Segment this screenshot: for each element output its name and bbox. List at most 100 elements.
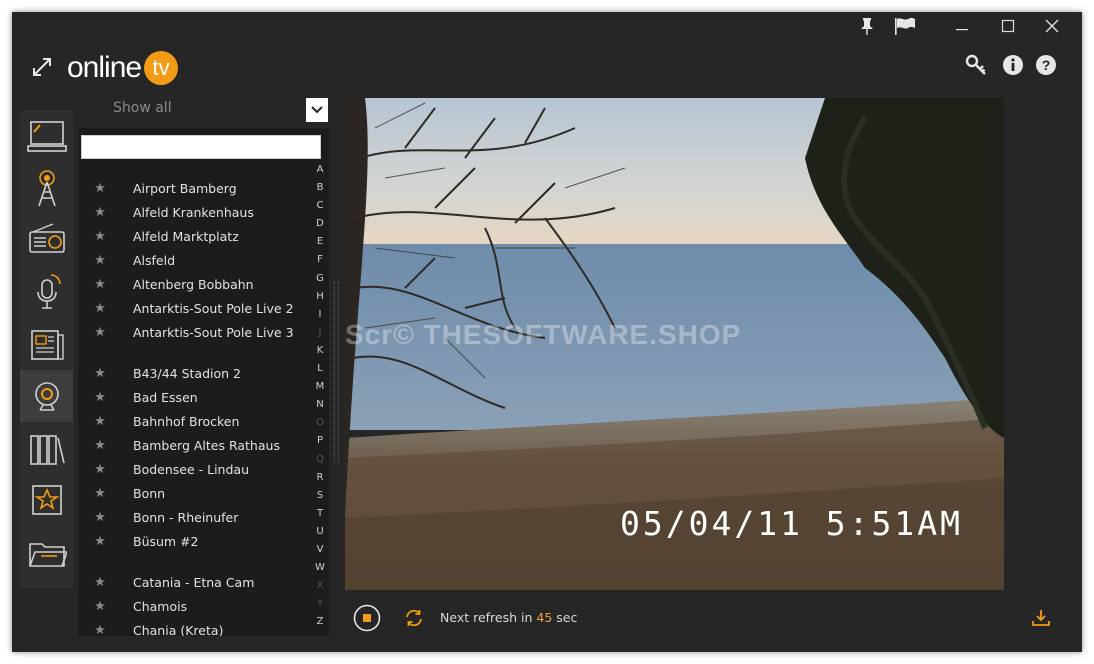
channel-row[interactable]: ★ Bad Essen <box>78 385 310 409</box>
channel-row[interactable]: ★ Altenberg Bobbahn <box>78 272 310 296</box>
favorite-star-icon[interactable]: ★ <box>78 301 116 316</box>
alphabet-letter[interactable]: Y <box>314 598 326 616</box>
alphabet-letter[interactable]: H <box>314 291 326 309</box>
favorite-star-icon[interactable]: ★ <box>78 486 116 501</box>
channel-name: Chamois <box>133 598 188 614</box>
favorite-star-icon[interactable]: ★ <box>78 181 116 196</box>
sidebar-item-podcasts[interactable] <box>20 266 73 318</box>
favorite-star-icon[interactable]: ★ <box>78 438 116 453</box>
alphabet-letter[interactable]: A <box>314 164 326 182</box>
alphabet-letter[interactable]: D <box>314 218 326 236</box>
favorite-star-icon[interactable]: ★ <box>78 462 116 477</box>
minimize-icon[interactable] <box>950 14 974 38</box>
favorite-star-icon[interactable]: ★ <box>78 575 116 590</box>
alphabet-letter[interactable]: V <box>314 544 326 562</box>
download-icon <box>1032 610 1050 626</box>
channel-row[interactable]: ★ B43/44 Stadion 2 <box>78 361 310 385</box>
key-icon[interactable] <box>965 54 987 76</box>
alphabet-letter[interactable]: Q <box>314 454 326 472</box>
filter-dropdown-button[interactable] <box>306 98 328 122</box>
alphabet-letter[interactable]: S <box>314 490 326 508</box>
alphabet-letter[interactable]: E <box>314 236 326 254</box>
favorite-star-icon[interactable]: ★ <box>78 623 116 637</box>
search-input[interactable] <box>81 135 321 159</box>
alphabet-letter[interactable]: I <box>314 309 326 327</box>
alphabet-letter[interactable]: N <box>314 399 326 417</box>
alphabet-letter[interactable]: L <box>314 363 326 381</box>
favorite-star-icon[interactable]: ★ <box>78 325 116 340</box>
filter-dropdown[interactable]: Show all <box>78 98 328 122</box>
favorite-star-icon[interactable]: ★ <box>78 277 116 292</box>
channel-row[interactable]: ★ Alfeld Marktplatz <box>78 224 310 248</box>
refresh-button[interactable] <box>404 608 424 628</box>
refresh-suffix: sec <box>552 610 578 625</box>
webcam-video[interactable]: Scr© THESOFTWARE.SHOP 05/04/11 5:51AM <box>345 98 1004 590</box>
favorite-star-icon[interactable]: ★ <box>78 534 116 549</box>
channel-row[interactable]: ★ Catania - Etna Cam <box>78 570 310 594</box>
channel-row[interactable]: ★ Alfeld Krankenhaus <box>78 200 310 224</box>
channel-list[interactable]: ★ Airport Bamberg ★ Alfeld Krankenhaus ★ Alfe… <box>78 176 310 637</box>
sidebar-item-tv-stations[interactable] <box>20 162 73 214</box>
channel-row[interactable]: ★ Alsfeld <box>78 248 310 272</box>
favorite-star-icon[interactable]: ★ <box>78 229 116 244</box>
scrollbar-grip[interactable] <box>334 282 339 462</box>
watermark-text: Scr© THESOFTWARE.SHOP <box>345 319 741 350</box>
channel-row[interactable]: ★ Chamois <box>78 594 310 618</box>
sidebar-item-library[interactable] <box>20 422 73 474</box>
sidebar-item-favorites[interactable] <box>20 474 73 526</box>
download-button[interactable] <box>1031 608 1051 628</box>
alphabet-letter[interactable]: F <box>314 254 326 272</box>
channel-row[interactable]: ★ Antarktis-Sout Pole Live 3 <box>78 320 310 344</box>
stop-button[interactable] <box>353 604 381 632</box>
alphabet-letter[interactable]: U <box>314 526 326 544</box>
sidebar-item-webcams[interactable] <box>20 370 73 422</box>
chevron-down-icon <box>311 106 323 114</box>
alphabet-letter[interactable]: R <box>314 472 326 490</box>
favorite-star-icon[interactable]: ★ <box>78 414 116 429</box>
channel-row[interactable]: ★ Airport Bamberg <box>78 176 310 200</box>
channel-name: Bahnhof Brocken <box>133 413 240 429</box>
alphabet-letter[interactable]: T <box>314 508 326 526</box>
alphabet-letter[interactable]: C <box>314 200 326 218</box>
pin-icon[interactable] <box>855 14 879 38</box>
channel-row[interactable]: ★ Bamberg Altes Rathaus <box>78 433 310 457</box>
alphabet-letter[interactable]: B <box>314 182 326 200</box>
podcast-icon <box>36 274 61 309</box>
channel-row[interactable]: ★ Bodensee - Lindau <box>78 457 310 481</box>
channel-row[interactable]: ★ Bonn <box>78 481 310 505</box>
alphabet-letter[interactable]: W <box>314 562 326 580</box>
alphabet-letter[interactable]: Z <box>314 616 326 634</box>
close-icon[interactable] <box>1040 14 1064 38</box>
sidebar-item-folders[interactable] <box>20 526 73 578</box>
info-icon[interactable] <box>1002 54 1024 76</box>
channel-row[interactable]: ★ Bonn - Rheinufer <box>78 505 310 529</box>
help-icon[interactable]: ? <box>1035 54 1057 76</box>
alphabet-letter[interactable]: X <box>314 580 326 598</box>
channel-list-panel: ★ Airport Bamberg ★ Alfeld Krankenhaus ★ Alfe… <box>78 128 329 636</box>
favorite-star-icon[interactable]: ★ <box>78 390 116 405</box>
favorite-star-icon[interactable]: ★ <box>78 205 116 220</box>
favorite-star-icon[interactable]: ★ <box>78 253 116 268</box>
sidebar-item-radio[interactable] <box>20 214 73 266</box>
alphabet-letter[interactable]: K <box>314 345 326 363</box>
alphabet-letter[interactable]: O <box>314 417 326 435</box>
alphabet-index[interactable]: ABCDEFGHIJKLMNOPQRSTUVWXYZ <box>314 164 326 634</box>
expand-icon[interactable] <box>30 55 54 79</box>
channel-name: Bamberg Altes Rathaus <box>133 437 280 453</box>
channel-row[interactable]: ★ Antarktis-Sout Pole Live 2 <box>78 296 310 320</box>
channel-row[interactable]: ★ Chania (Kreta) <box>78 618 310 637</box>
favorite-star-icon[interactable]: ★ <box>78 366 116 381</box>
favorite-star-icon[interactable]: ★ <box>78 599 116 614</box>
alphabet-letter[interactable]: M <box>314 381 326 399</box>
sidebar-item-tv[interactable] <box>20 110 73 162</box>
channel-row[interactable]: ★ Büsum #2 <box>78 529 310 553</box>
sidebar-item-news[interactable] <box>20 318 73 370</box>
favorite-star-icon[interactable]: ★ <box>78 510 116 525</box>
channel-row[interactable]: ★ Bahnhof Brocken <box>78 409 310 433</box>
flag-icon[interactable] <box>892 14 918 38</box>
maximize-icon[interactable] <box>996 14 1020 38</box>
alphabet-letter[interactable]: G <box>314 273 326 291</box>
video-timestamp: 05/04/11 5:51AM <box>620 504 964 543</box>
alphabet-letter[interactable]: P <box>314 435 326 453</box>
alphabet-letter[interactable]: J <box>314 327 326 345</box>
